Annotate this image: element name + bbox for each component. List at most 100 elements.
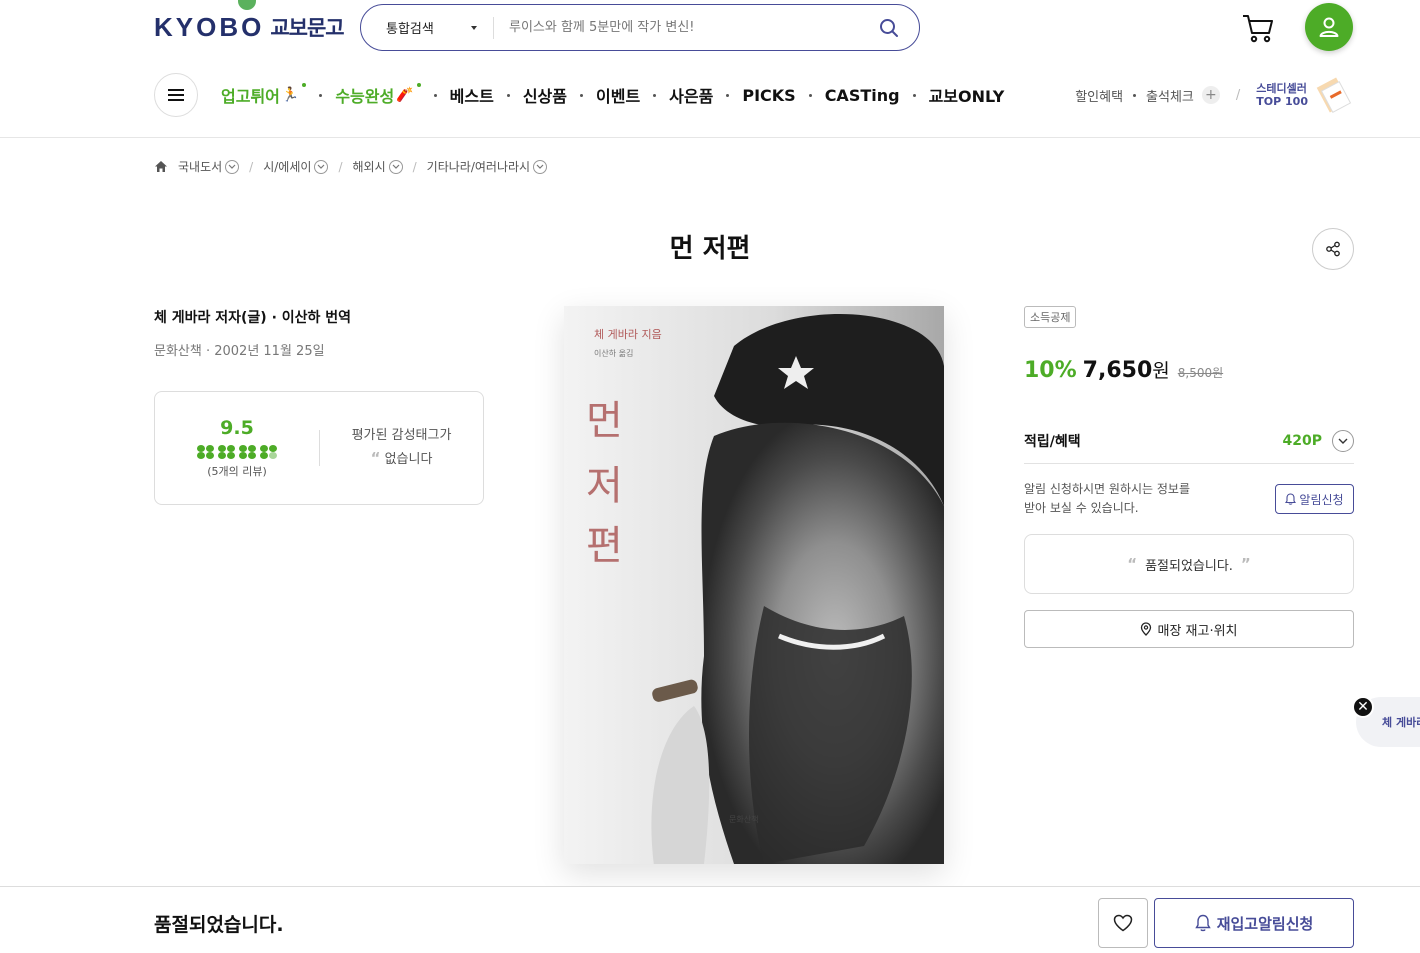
notify-line-1: 알림 신청하시면 원하시는 정보를	[1024, 482, 1191, 496]
breadcrumb-separator: /	[249, 159, 254, 174]
slash-divider: /	[1235, 87, 1241, 103]
home-icon[interactable]	[154, 160, 168, 173]
restock-alert-label: 재입고알림신청	[1216, 914, 1314, 933]
quote-open-icon: “	[1127, 555, 1138, 573]
checkin-link[interactable]: 출석체크	[1146, 86, 1194, 105]
breadcrumb-label: 국내도서	[178, 160, 223, 174]
notify-description: 알림 신청하시면 원하시는 정보를 받아 보실 수 있습니다.	[1024, 480, 1224, 518]
user-icon	[1319, 17, 1339, 37]
breadcrumb-item[interactable]: 국내도서	[178, 158, 240, 175]
page-title: 먼 저편	[669, 234, 751, 264]
store-stock-button[interactable]: 매장 재고·위치	[1024, 610, 1354, 648]
breadcrumb-item[interactable]: 시/에세이	[263, 158, 329, 175]
store-stock-label: 매장 재고·위치	[1157, 623, 1238, 639]
share-icon	[1326, 241, 1340, 257]
wishlist-button[interactable]	[1098, 898, 1148, 948]
emotion-tags: 평가된 감성태그가 “ 없습니다	[320, 425, 483, 471]
discount-link[interactable]: 할인혜택	[1075, 86, 1123, 105]
cover-publisher: 문화산책	[729, 814, 758, 824]
benefit-row[interactable]: 적립/혜택 420P	[1024, 418, 1354, 464]
rating-block: 9.5 (5개의 리뷰)	[155, 417, 319, 479]
chevron-down-icon[interactable]	[388, 159, 403, 174]
logo-kr: 교보문고	[270, 16, 344, 40]
nav-separator	[912, 93, 916, 97]
search-scope-label: 통합검색	[386, 22, 434, 37]
steady-line-1: 스테디셀러	[1256, 82, 1307, 95]
nav-item-best[interactable]: 베스트	[450, 83, 494, 107]
plus-icon[interactable]: +	[1201, 86, 1220, 104]
nav-separator	[433, 93, 437, 97]
bell-icon	[1194, 914, 1211, 932]
notify-button[interactable]: 알림신청	[1275, 484, 1354, 514]
clover-icon	[259, 445, 278, 459]
bottom-purchase-bar: 품절되었습니다. 재입고알림신청	[0, 886, 1420, 953]
chevron-down-icon[interactable]	[314, 159, 329, 174]
running-icon: 🏃	[281, 87, 300, 103]
bell-icon	[1285, 493, 1297, 505]
heart-icon	[1113, 914, 1133, 932]
soldout-text: 품절되었습니다.	[1145, 558, 1233, 574]
cart-icon	[1243, 15, 1273, 43]
steady-line-2: TOP 100	[1256, 95, 1308, 108]
benefit-label: 적립/혜택	[1024, 433, 1081, 450]
nav-item-upgo[interactable]: 업고튀어 🏃	[221, 83, 307, 107]
nav-utility: 할인혜택 출석체크 + / 스테디셀러 TOP 100	[1075, 75, 1354, 115]
author-line[interactable]: 체 게바라 저자(글) · 이산하 번역	[154, 307, 351, 327]
review-summary[interactable]: 9.5 (5개의 리뷰) 평가된 감성태그가 “ 없습니다	[154, 391, 484, 505]
book-cover[interactable]: 체 게바라 지음 이산하 옮김 먼 저 편 문화산책	[564, 306, 944, 864]
nav-item-gift[interactable]: 사은품	[669, 83, 713, 107]
emotion-line-1: 평가된 감성태그가	[351, 428, 452, 443]
search-button[interactable]	[869, 8, 909, 48]
global-nav: 업고튀어 🏃 수능완성 🧨 베스트 신상품 이벤트 사은품 PICKS CAST…	[154, 73, 1354, 117]
points-value: 420P	[1282, 432, 1322, 449]
search-input[interactable]	[494, 20, 869, 35]
restock-alert-button[interactable]: 재입고알림신청	[1154, 898, 1354, 948]
clover-icon	[238, 445, 257, 459]
close-icon[interactable]: ✕	[1352, 696, 1374, 718]
sale-price-value: 7,650	[1082, 358, 1153, 383]
nav-separator	[726, 93, 730, 97]
nav-separator	[580, 93, 583, 97]
cover-title-char-3: 편	[586, 523, 623, 569]
breadcrumb-separator: /	[412, 159, 417, 174]
bottom-soldout-message: 품절되었습니다.	[154, 914, 284, 936]
cover-title-char-2: 저	[586, 463, 623, 509]
menu-button[interactable]	[154, 73, 198, 117]
discount-rate: 10%	[1024, 358, 1077, 383]
nav-item-suneung[interactable]: 수능완성 🧨	[335, 83, 421, 107]
nav-separator	[653, 93, 657, 97]
cover-author: 체 게바라 지음	[594, 328, 662, 341]
breadcrumb-separator: /	[338, 159, 343, 174]
nav-separator	[506, 93, 510, 97]
my-account-button[interactable]	[1305, 3, 1353, 51]
chevron-down-icon[interactable]	[533, 159, 548, 174]
quote-close-icon: ”	[1240, 555, 1251, 573]
kyobo-logo[interactable]: KYOBO 교보문고	[154, 0, 345, 42]
share-button[interactable]	[1312, 228, 1354, 270]
steady-seller-text: 스테디셀러 TOP 100	[1256, 82, 1308, 108]
sale-price: 7,650원	[1083, 356, 1170, 383]
breadcrumb-item[interactable]: 기타나라/여러나라시	[426, 158, 548, 175]
cart-button[interactable]	[1240, 12, 1276, 44]
nav-item-picks[interactable]: PICKS	[742, 86, 795, 105]
nav-item-new[interactable]: 신상품	[523, 83, 567, 107]
tax-deduction-badge: 소득공제	[1024, 306, 1077, 328]
nav-item-casting[interactable]: CASTing	[825, 86, 900, 105]
chevron-down-icon[interactable]	[1332, 429, 1354, 452]
caret-down-icon	[471, 25, 477, 30]
steady-seller-banner[interactable]: 스테디셀러 TOP 100	[1256, 75, 1354, 115]
breadcrumb-item[interactable]: 해외시	[352, 158, 403, 175]
logo-en: KYOBO	[154, 11, 265, 42]
nav-item-label: 수능완성	[335, 87, 395, 106]
nav-item-event[interactable]: 이벤트	[596, 83, 640, 107]
emotion-line-2-wrap: “ 없습니다	[320, 447, 483, 471]
book-cover-image: 체 게바라 지음 이산하 옮김 먼 저 편 문화산책	[564, 306, 944, 864]
nav-item-kyobo-only[interactable]: 교보ONLY	[929, 83, 1005, 107]
search-icon	[880, 18, 898, 37]
chevron-down-icon[interactable]	[225, 159, 240, 174]
search-scope-select[interactable]: 통합검색	[361, 16, 494, 39]
rating-clovers	[155, 445, 319, 459]
new-dot	[302, 83, 307, 87]
notify-line-2: 받아 보실 수 있습니다.	[1024, 501, 1139, 515]
breadcrumb-label: 기타나라/여러나라시	[426, 160, 531, 174]
